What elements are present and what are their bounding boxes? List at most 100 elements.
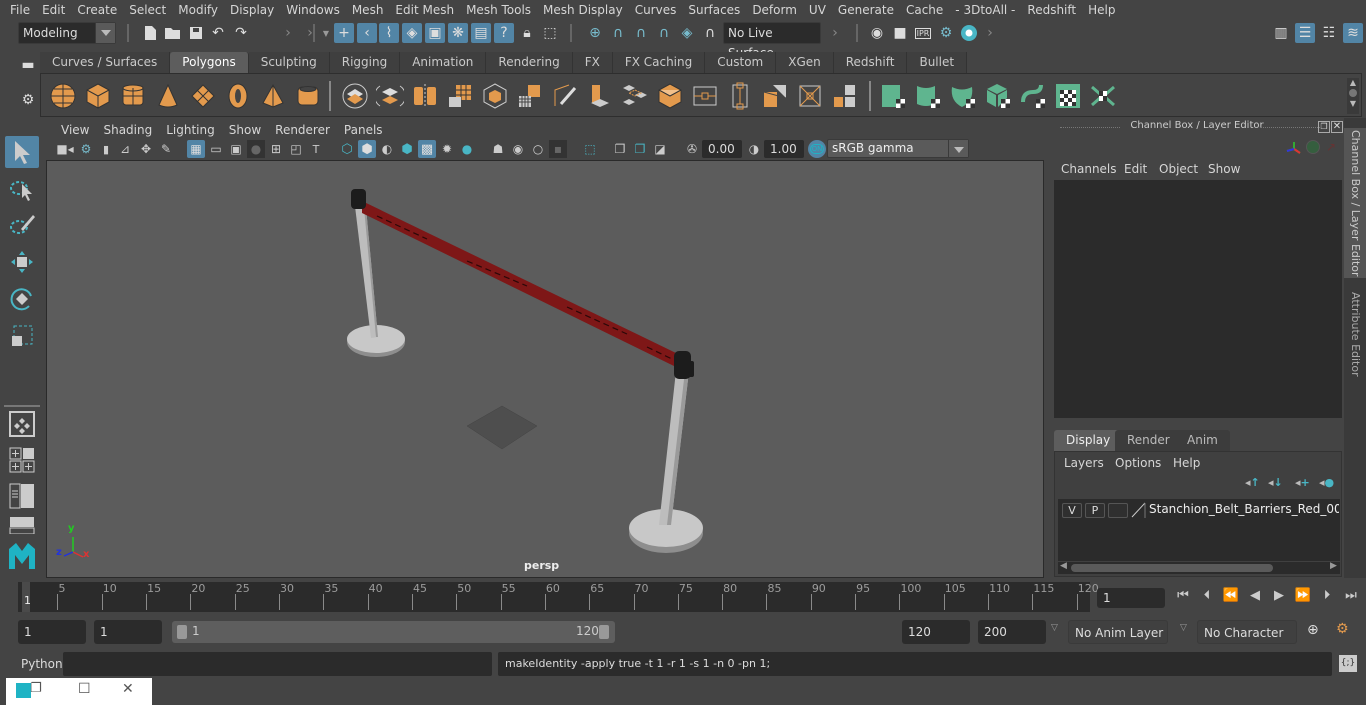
reduce-icon[interactable] (481, 82, 509, 110)
gate-mask-icon[interactable]: ● (247, 140, 265, 158)
poly-sphere-icon[interactable] (49, 82, 77, 110)
cylindrical-uv-icon[interactable] (914, 82, 942, 110)
lock-icon[interactable]: 🔒︎ (517, 23, 537, 43)
select-by-component-icon[interactable]: ‹ (357, 23, 377, 43)
color-space-dropdown[interactable]: sRGB gamma (827, 139, 969, 158)
menu-surfaces[interactable]: Surfaces (682, 0, 746, 20)
tab-curves-surfaces[interactable]: Curves / Surfaces (40, 52, 171, 73)
redo-icon[interactable]: ↷ (231, 23, 251, 43)
hypershade-icon[interactable] (959, 23, 979, 43)
anti-aliasing-icon[interactable]: ○ (529, 140, 547, 158)
channel-list[interactable] (1054, 180, 1342, 418)
scroll-right-icon[interactable]: ▶ (1330, 561, 1337, 571)
side-tab-attribute-editor[interactable]: Attribute Editor (1344, 284, 1366, 384)
menu-help[interactable]: Help (1082, 0, 1121, 20)
menu-edit-mesh[interactable]: Edit Mesh (389, 0, 460, 20)
bridge-icon[interactable] (621, 82, 649, 110)
motion-blur-icon[interactable]: ◉ (509, 140, 527, 158)
current-frame-field[interactable]: 1 (1097, 588, 1165, 608)
tab-custom[interactable]: Custom (705, 52, 777, 73)
play-forwards-icon[interactable]: ▶ (1269, 588, 1289, 603)
script-language-toggle[interactable]: Python (21, 657, 63, 671)
rotate-tool[interactable] (5, 283, 39, 315)
separate-icon[interactable] (376, 82, 404, 110)
exposure-icon[interactable]: ✇ (683, 140, 701, 158)
side-tab-channel-box[interactable]: Channel Box / Layer Editor (1344, 128, 1366, 278)
exposure-field[interactable]: 0.00 (702, 140, 742, 158)
tool-settings-toggle-icon[interactable]: ☷ (1319, 23, 1339, 43)
new-scene-icon[interactable] (140, 23, 160, 43)
anim-layer-dropdown[interactable]: No Anim Layer (1068, 620, 1168, 644)
layer-menu-help[interactable]: Help (1173, 456, 1200, 470)
move-tool[interactable] (5, 246, 39, 278)
tab-rigging[interactable]: Rigging (329, 52, 401, 73)
poly-cone-icon[interactable] (154, 82, 182, 110)
panel-menu-shading[interactable]: Shading (96, 123, 159, 137)
select-dynamics-icon[interactable]: ❋ (448, 23, 468, 43)
poly-cylinder-icon[interactable] (119, 82, 147, 110)
collapse-arrow-icon[interactable]: › (825, 23, 845, 43)
layer-row[interactable]: V P Stanchion_Belt_Barriers_Red_002_laye… (1058, 499, 1340, 521)
menu-mesh-tools[interactable]: Mesh Tools (460, 0, 537, 20)
poly-torus-icon[interactable] (224, 82, 252, 110)
mirror-icon[interactable] (411, 82, 439, 110)
tab-sculpting[interactable]: Sculpting (248, 52, 330, 73)
shelf-scrollbar[interactable]: ▲ ▼ (1347, 78, 1359, 114)
hyper-icon[interactable]: ↗ (1326, 140, 1336, 154)
use-all-lights-icon[interactable]: ✹ (438, 140, 456, 158)
layer-tab-anim[interactable]: Anim (1175, 430, 1230, 451)
playback-start-field[interactable]: 1 (94, 620, 162, 644)
wireframe-icon[interactable]: ⬡ (338, 140, 356, 158)
new-layer-from-selected-icon[interactable]: ◂● (1319, 476, 1334, 489)
2d-pan-zoom-icon[interactable]: ✥ (137, 140, 155, 158)
open-scene-icon[interactable] (163, 23, 183, 43)
menu-deform[interactable]: Deform (746, 0, 803, 20)
isolate-select-icon[interactable]: ⬚ (581, 140, 599, 158)
layer-name[interactable]: Stanchion_Belt_Barriers_Red_002_layer (1149, 502, 1339, 516)
scroll-thumb[interactable] (1349, 89, 1357, 97)
select-tool[interactable] (5, 136, 39, 168)
safe-title-icon[interactable]: T (307, 140, 325, 158)
menu-display[interactable]: Display (224, 0, 280, 20)
poly-pyramid-icon[interactable] (259, 82, 287, 110)
xray-icon[interactable]: ❐ (611, 140, 629, 158)
layer-menu-layers[interactable]: Layers (1064, 456, 1104, 470)
menu-modify[interactable]: Modify (172, 0, 224, 20)
command-input[interactable] (63, 652, 492, 676)
camera-attributes-icon[interactable]: ⚙ (77, 140, 95, 158)
four-view-layout-icon[interactable] (5, 444, 39, 476)
tab-bullet[interactable]: Bullet (907, 52, 968, 73)
modeling-toolkit-icon[interactable]: ▥ (1271, 23, 1291, 43)
panel-menu-show[interactable]: Show (222, 123, 268, 137)
tab-fx[interactable]: FX (572, 52, 613, 73)
go-to-start-icon[interactable]: ⏮ (1173, 588, 1193, 603)
select-misc-icon[interactable]: ? (494, 23, 514, 43)
layer-tab-display[interactable]: Display (1054, 430, 1123, 451)
step-forward-key-icon[interactable]: ⏩ (1293, 588, 1313, 603)
poly-cube-icon[interactable] (84, 82, 112, 110)
render-settings-icon[interactable]: ⚙ (936, 23, 956, 43)
cb-menu-channels[interactable]: Channels (1061, 162, 1117, 176)
chevron-down-icon[interactable]: ▽ (1051, 623, 1058, 633)
range-end-handle[interactable] (599, 625, 609, 639)
viewport-persp[interactable]: y x z persp (46, 160, 1044, 578)
panel-menu-panels[interactable]: Panels (337, 123, 390, 137)
cb-menu-edit[interactable]: Edit (1124, 162, 1147, 176)
render-view-icon[interactable]: ◉ (867, 23, 887, 43)
close-icon[interactable]: ✕ (122, 681, 134, 697)
script-editor-icon[interactable]: {;} (1339, 655, 1357, 672)
smooth-icon[interactable] (446, 82, 474, 110)
depth-of-field-icon[interactable]: ▪ (549, 140, 567, 158)
textured-icon[interactable]: ▩ (418, 140, 436, 158)
xray-joints-icon[interactable]: ◪ (651, 140, 669, 158)
range-start-handle[interactable] (177, 625, 187, 639)
menu-mesh-display[interactable]: Mesh Display (537, 0, 629, 20)
layer-horizontal-scrollbar[interactable]: ◀ ▶ (1058, 561, 1340, 574)
lasso-tool[interactable] (5, 173, 39, 205)
offset-edge-loop-icon[interactable] (726, 82, 754, 110)
attribute-editor-toggle-icon[interactable]: ☰ (1295, 23, 1315, 43)
animation-preferences-icon[interactable]: ⚙ (1336, 621, 1349, 637)
menu-3dtoall[interactable]: - 3DtoAll - (949, 0, 1021, 20)
menu-redshift[interactable]: Redshift (1021, 0, 1082, 20)
bevel-icon[interactable] (656, 82, 684, 110)
